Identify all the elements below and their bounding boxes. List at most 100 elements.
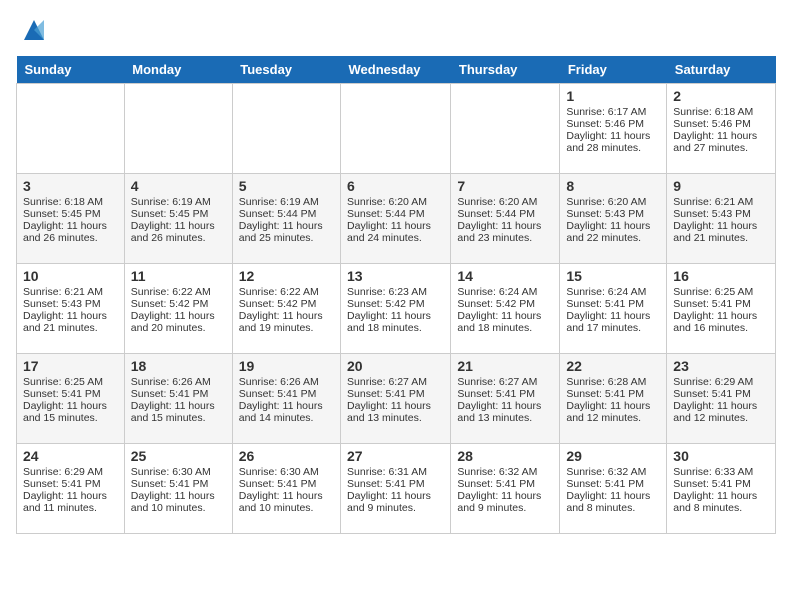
calendar-week-5: 24Sunrise: 6:29 AMSunset: 5:41 PMDayligh… — [17, 444, 776, 534]
sunrise-text: Sunrise: 6:19 AM — [239, 196, 334, 208]
day-number: 28 — [457, 448, 553, 464]
day-number: 21 — [457, 358, 553, 374]
calendar-table: SundayMondayTuesdayWednesdayThursdayFrid… — [16, 56, 776, 534]
day-number: 29 — [566, 448, 660, 464]
daylight-text: Daylight: 11 hours and 26 minutes. — [23, 220, 118, 244]
sunrise-text: Sunrise: 6:25 AM — [23, 376, 118, 388]
day-number: 8 — [566, 178, 660, 194]
sunset-text: Sunset: 5:41 PM — [239, 478, 334, 490]
daylight-text: Daylight: 11 hours and 15 minutes. — [131, 400, 226, 424]
col-header-wednesday: Wednesday — [341, 56, 451, 84]
day-number: 18 — [131, 358, 226, 374]
sunrise-text: Sunrise: 6:18 AM — [673, 106, 769, 118]
sunset-text: Sunset: 5:44 PM — [457, 208, 553, 220]
calendar-cell: 30Sunrise: 6:33 AMSunset: 5:41 PMDayligh… — [667, 444, 776, 534]
sunset-text: Sunset: 5:42 PM — [131, 298, 226, 310]
daylight-text: Daylight: 11 hours and 26 minutes. — [131, 220, 226, 244]
sunset-text: Sunset: 5:41 PM — [673, 298, 769, 310]
calendar-cell: 19Sunrise: 6:26 AMSunset: 5:41 PMDayligh… — [232, 354, 340, 444]
sunrise-text: Sunrise: 6:32 AM — [566, 466, 660, 478]
calendar-cell — [341, 84, 451, 174]
sunrise-text: Sunrise: 6:29 AM — [23, 466, 118, 478]
sunset-text: Sunset: 5:46 PM — [566, 118, 660, 130]
calendar-cell: 7 Sunrise: 6:20 AMSunset: 5:44 PMDaylight… — [451, 174, 560, 264]
calendar-cell: 9Sunrise: 6:21 AMSunset: 5:43 PMDaylight… — [667, 174, 776, 264]
sunset-text: Sunset: 5:43 PM — [23, 298, 118, 310]
daylight-text: Daylight: 11 hours and 8 minutes. — [566, 490, 660, 514]
daylight-text: Daylight: 11 hours and 16 minutes. — [673, 310, 769, 334]
sunrise-text: Sunrise: 6:18 AM — [23, 196, 118, 208]
calendar-cell: 23Sunrise: 6:29 AMSunset: 5:41 PMDayligh… — [667, 354, 776, 444]
sunrise-text: Sunrise: 6:20 AM — [457, 196, 553, 208]
day-number: 7 — [457, 178, 553, 194]
sunset-text: Sunset: 5:42 PM — [347, 298, 444, 310]
sunrise-text: Sunrise: 6:22 AM — [239, 286, 334, 298]
sunrise-text: Sunrise: 6:17 AM — [566, 106, 660, 118]
calendar-week-4: 17Sunrise: 6:25 AMSunset: 5:41 PMDayligh… — [17, 354, 776, 444]
calendar-cell: 24Sunrise: 6:29 AMSunset: 5:41 PMDayligh… — [17, 444, 125, 534]
sunset-text: Sunset: 5:44 PM — [239, 208, 334, 220]
calendar-cell: 10Sunrise: 6:21 AMSunset: 5:43 PMDayligh… — [17, 264, 125, 354]
col-header-saturday: Saturday — [667, 56, 776, 84]
day-number: 24 — [23, 448, 118, 464]
sunrise-text: Sunrise: 6:32 AM — [457, 466, 553, 478]
sunrise-text: Sunrise: 6:23 AM — [347, 286, 444, 298]
daylight-text: Daylight: 11 hours and 13 minutes. — [347, 400, 444, 424]
daylight-text: Daylight: 11 hours and 22 minutes. — [566, 220, 660, 244]
col-header-sunday: Sunday — [17, 56, 125, 84]
calendar-cell: 6Sunrise: 6:20 AMSunset: 5:44 PMDaylight… — [341, 174, 451, 264]
sunset-text: Sunset: 5:41 PM — [347, 388, 444, 400]
sunset-text: Sunset: 5:41 PM — [131, 478, 226, 490]
day-number: 22 — [566, 358, 660, 374]
logo — [16, 16, 48, 44]
sunset-text: Sunset: 5:42 PM — [457, 298, 553, 310]
day-number: 23 — [673, 358, 769, 374]
sunrise-text: Sunrise: 6:27 AM — [347, 376, 444, 388]
daylight-text: Daylight: 11 hours and 20 minutes. — [131, 310, 226, 334]
calendar-cell: 27Sunrise: 6:31 AMSunset: 5:41 PMDayligh… — [341, 444, 451, 534]
calendar-cell: 17Sunrise: 6:25 AMSunset: 5:41 PMDayligh… — [17, 354, 125, 444]
sunset-text: Sunset: 5:45 PM — [23, 208, 118, 220]
daylight-text: Daylight: 11 hours and 12 minutes. — [566, 400, 660, 424]
day-number: 16 — [673, 268, 769, 284]
sunrise-text: Sunrise: 6:21 AM — [673, 196, 769, 208]
day-number: 19 — [239, 358, 334, 374]
day-number: 17 — [23, 358, 118, 374]
daylight-text: Daylight: 11 hours and 28 minutes. — [566, 130, 660, 154]
day-number: 9 — [673, 178, 769, 194]
daylight-text: Daylight: 11 hours and 9 minutes. — [457, 490, 553, 514]
day-number: 20 — [347, 358, 444, 374]
sunset-text: Sunset: 5:45 PM — [131, 208, 226, 220]
daylight-text: Daylight: 11 hours and 17 minutes. — [566, 310, 660, 334]
daylight-text: Daylight: 11 hours and 18 minutes. — [457, 310, 553, 334]
sunset-text: Sunset: 5:41 PM — [347, 478, 444, 490]
sunrise-text: Sunrise: 6:20 AM — [566, 196, 660, 208]
daylight-text: Daylight: 11 hours and 10 minutes. — [239, 490, 334, 514]
daylight-text: Daylight: 11 hours and 19 minutes. — [239, 310, 334, 334]
daylight-text: Daylight: 11 hours and 14 minutes. — [239, 400, 334, 424]
sunrise-text: Sunrise: 6:33 AM — [673, 466, 769, 478]
daylight-text: Daylight: 11 hours and 18 minutes. — [347, 310, 444, 334]
daylight-text: Daylight: 11 hours and 27 minutes. — [673, 130, 769, 154]
sunset-text: Sunset: 5:44 PM — [347, 208, 444, 220]
sunrise-text: Sunrise: 6:27 AM — [457, 376, 553, 388]
daylight-text: Daylight: 11 hours and 10 minutes. — [131, 490, 226, 514]
sunrise-text: Sunrise: 6:20 AM — [347, 196, 444, 208]
daylight-text: Daylight: 11 hours and 8 minutes. — [673, 490, 769, 514]
day-number: 6 — [347, 178, 444, 194]
daylight-text: Daylight: 11 hours and 9 minutes. — [347, 490, 444, 514]
sunrise-text: Sunrise: 6:21 AM — [23, 286, 118, 298]
day-number: 11 — [131, 268, 226, 284]
sunset-text: Sunset: 5:41 PM — [566, 478, 660, 490]
day-number: 27 — [347, 448, 444, 464]
daylight-text: Daylight: 11 hours and 15 minutes. — [23, 400, 118, 424]
daylight-text: Daylight: 11 hours and 25 minutes. — [239, 220, 334, 244]
sunset-text: Sunset: 5:41 PM — [457, 478, 553, 490]
sunrise-text: Sunrise: 6:30 AM — [239, 466, 334, 478]
day-number: 3 — [23, 178, 118, 194]
day-number: 4 — [131, 178, 226, 194]
daylight-text: Daylight: 11 hours and 12 minutes. — [673, 400, 769, 424]
sunset-text: Sunset: 5:41 PM — [566, 298, 660, 310]
sunrise-text: Sunrise: 6:26 AM — [239, 376, 334, 388]
daylight-text: Daylight: 11 hours and 23 minutes. — [457, 220, 553, 244]
